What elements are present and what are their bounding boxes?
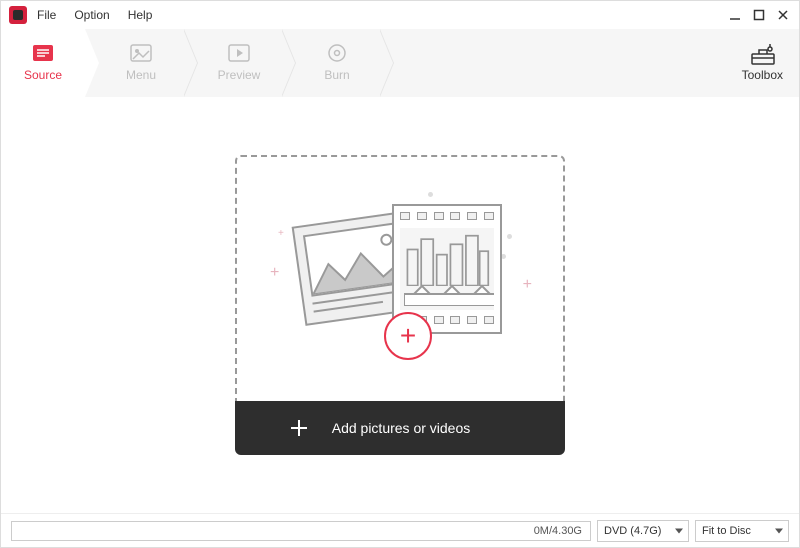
preview-icon [228,44,250,62]
toolbox-button[interactable]: Toolbox [742,29,783,97]
tab-menu[interactable]: Menu [99,29,183,97]
close-button[interactable] [775,7,791,23]
minimize-button[interactable] [727,7,743,23]
tab-label: Source [24,68,62,82]
toolbox-icon [750,44,774,64]
burn-icon [326,44,348,62]
tab-preview[interactable]: Preview [197,29,281,97]
menu-help[interactable]: Help [128,8,153,22]
dropzone-canvas[interactable]: + + + [235,155,565,401]
tab-label: Preview [218,68,261,82]
step-tabs: Source Menu Preview Burn [1,29,799,97]
app-logo-icon [9,6,27,24]
tab-label: Menu [126,68,156,82]
tab-label: Burn [324,68,349,82]
maximize-icon [753,9,765,21]
sparkle-icon: + [278,228,284,239]
add-media-button[interactable]: Add pictures or videos [235,401,565,455]
dot-icon [428,192,433,197]
close-icon [777,9,789,21]
tab-source[interactable]: Source [1,29,85,97]
tab-burn[interactable]: Burn [295,29,379,97]
media-illustration: + + + [280,194,520,364]
toolbox-label: Toolbox [742,68,783,82]
app-window: File Option Help Source Menu [0,0,800,548]
add-media-label: Add pictures or videos [332,420,471,436]
dot-icon [507,234,512,239]
menu-icon [130,44,152,62]
plus-icon [290,419,308,437]
fit-mode-value: Fit to Disc [702,525,751,537]
fit-mode-select[interactable]: Fit to Disc [695,520,789,542]
maximize-button[interactable] [751,7,767,23]
add-circle-icon: + [384,312,432,360]
source-icon [32,44,54,62]
main-area: + + + [1,97,799,513]
status-bar: 0M/4.30G DVD (4.7G) Fit to Disc [1,513,799,547]
minimize-icon [729,9,741,21]
menu-option[interactable]: Option [74,8,109,22]
menu-file[interactable]: File [37,8,56,22]
sparkle-icon: + [523,276,532,294]
disc-usage-text: 0M/4.30G [534,525,582,537]
disc-type-select[interactable]: DVD (4.7G) [597,520,689,542]
sparkle-icon: + [270,264,279,282]
titlebar: File Option Help [1,1,799,29]
dropzone[interactable]: + + + [235,155,565,455]
disc-usage-bar: 0M/4.30G [11,521,591,541]
disc-type-value: DVD (4.7G) [604,525,661,537]
